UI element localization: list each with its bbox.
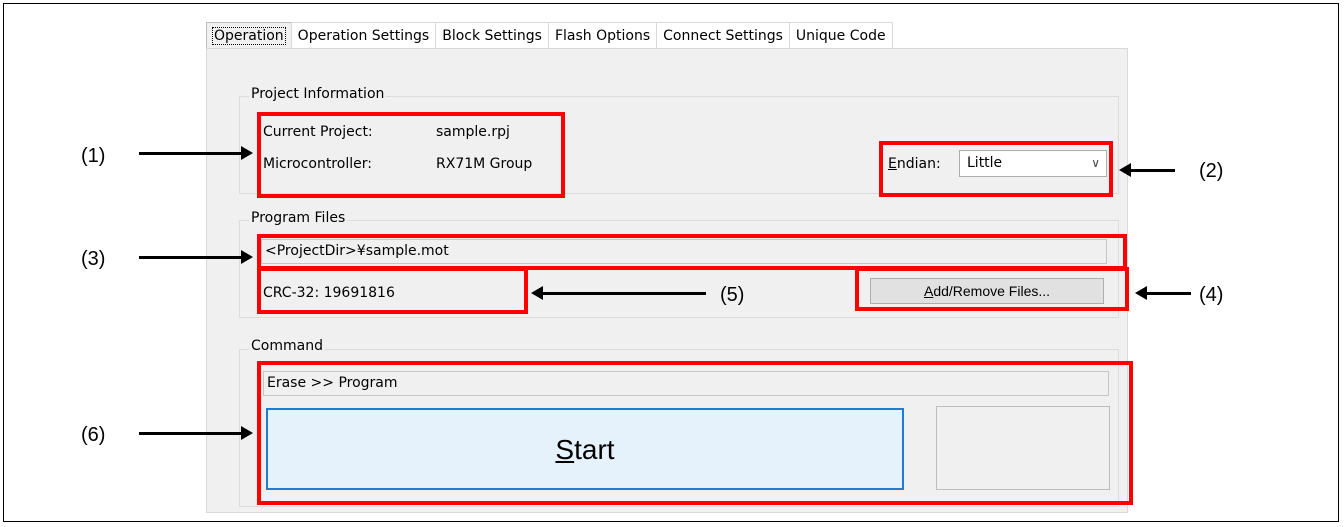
annotation-label-4: (4) [1199, 284, 1224, 306]
annotation-label-2: (2) [1199, 160, 1224, 182]
tab-connect-settings[interactable]: Connect Settings [656, 22, 790, 48]
annotation-box-4 [855, 267, 1129, 311]
annotation-label-5: (5) [720, 284, 745, 306]
annotation-box-1 [257, 112, 565, 198]
tab-block-settings[interactable]: Block Settings [435, 22, 549, 48]
annotation-arrow-2 [1119, 163, 1175, 177]
tab-unique-code[interactable]: Unique Code [788, 22, 893, 48]
annotation-label-6: (6) [81, 424, 106, 446]
tab-operation[interactable]: Operation [206, 22, 292, 48]
project-information-title: Project Information [249, 86, 387, 102]
annotation-box-3 [257, 234, 1127, 270]
annotation-box-2 [879, 141, 1113, 197]
tab-flash-options[interactable]: Flash Options [547, 22, 658, 48]
annotation-arrow-6 [139, 426, 253, 440]
annotation-arrow-1 [139, 146, 253, 160]
annotation-box-5 [257, 267, 528, 314]
command-title: Command [249, 338, 325, 354]
annotation-arrow-4 [1135, 286, 1191, 300]
annotation-label-1: (1) [81, 145, 106, 167]
annotation-arrow-3 [139, 250, 253, 264]
annotation-label-3: (3) [81, 248, 106, 270]
tab-strip: Operation Operation Settings Block Setti… [206, 22, 893, 49]
annotation-arrow-5 [531, 286, 706, 300]
tab-operation-settings[interactable]: Operation Settings [290, 22, 437, 48]
program-files-title: Program Files [249, 210, 348, 226]
annotation-box-6 [257, 361, 1133, 505]
